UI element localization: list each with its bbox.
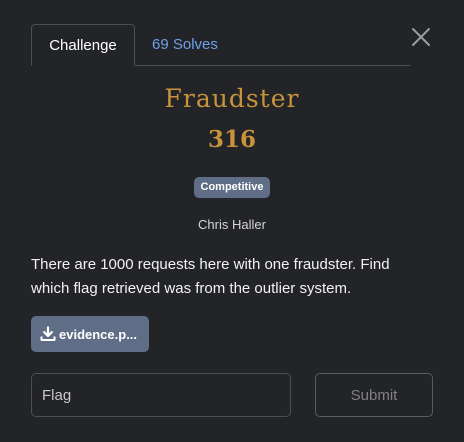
- challenge-title: Fraudster: [164, 84, 300, 113]
- download-icon: [40, 326, 56, 341]
- category-badge: Competitive: [193, 177, 271, 198]
- challenge-modal: Challenge 69 Solves Fraudster 316 Compet…: [0, 0, 464, 442]
- category-badge-row: Competitive: [0, 177, 464, 198]
- close-icon: [412, 28, 430, 46]
- challenge-points: 316: [207, 126, 256, 153]
- flag-input[interactable]: [31, 373, 291, 417]
- tab-challenge[interactable]: Challenge: [31, 24, 135, 66]
- submit-button[interactable]: Submit: [315, 373, 433, 417]
- close-button[interactable]: [410, 26, 432, 48]
- challenge-tabs: Challenge 69 Solves: [31, 24, 410, 66]
- tab-solves[interactable]: 69 Solves: [152, 24, 218, 65]
- challenge-author: Chris Haller: [198, 217, 266, 232]
- download-file-label: evidence.p...: [59, 326, 138, 342]
- download-file-button[interactable]: evidence.p...: [31, 316, 149, 352]
- challenge-description: There are 1000 requests here with one fr…: [31, 256, 390, 297]
